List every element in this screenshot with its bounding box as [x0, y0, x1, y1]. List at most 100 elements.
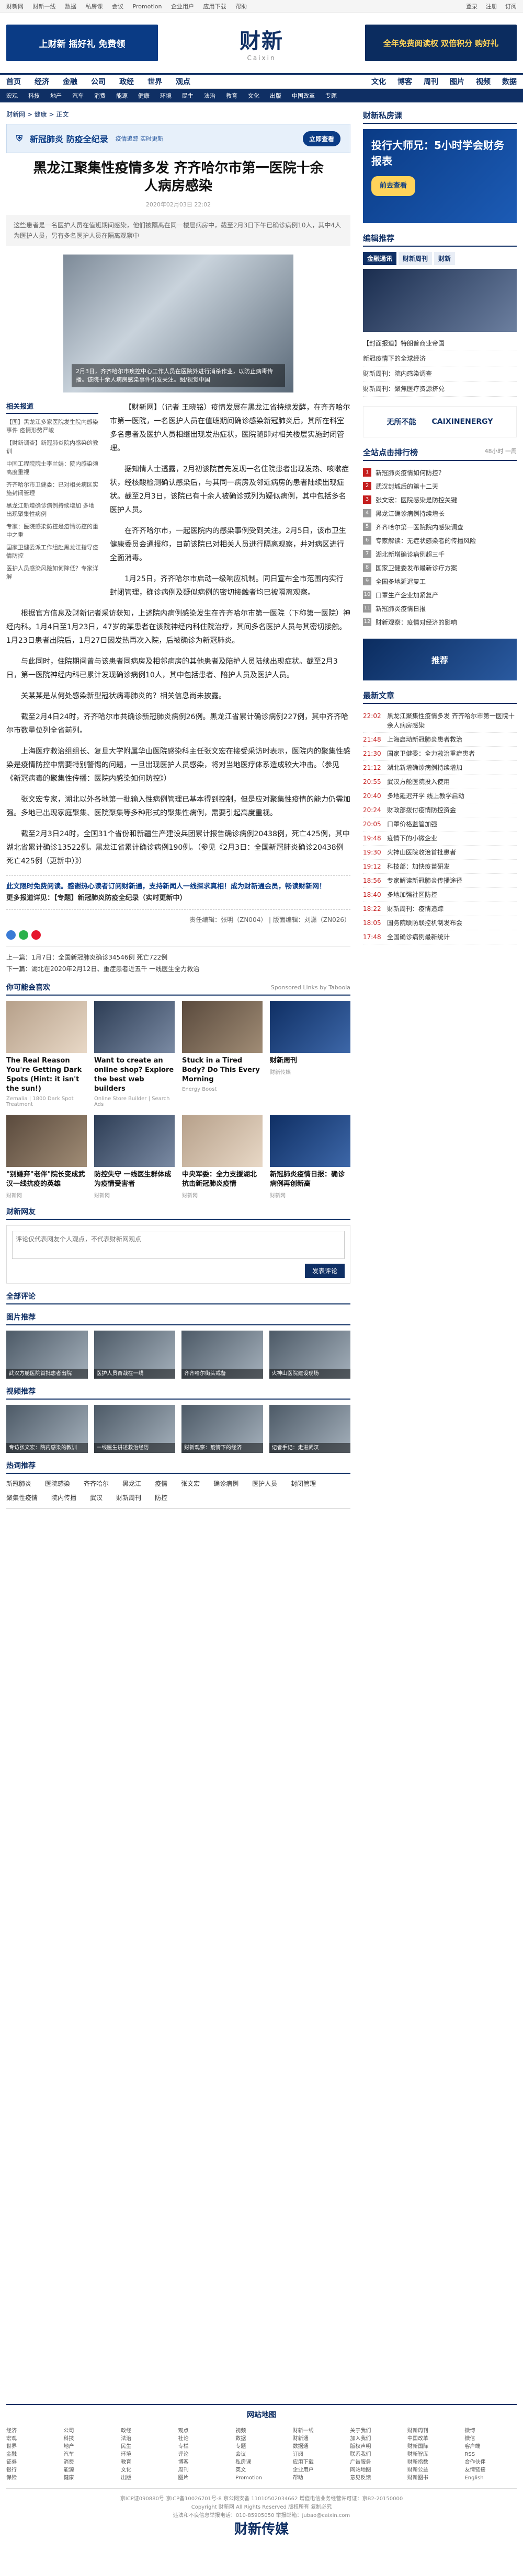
sub-nav-item[interactable]: 教育 [226, 91, 237, 100]
news-item[interactable]: 18:22 财新周刊：疫情追踪 [363, 902, 517, 916]
recommend-card[interactable]: 财新周刊 财新传媒 [270, 1001, 350, 1107]
left-banner-ad[interactable]: 上财新 摇好礼 免费领 [6, 25, 158, 61]
sitemap-link[interactable]: 中国改革 [407, 2435, 460, 2443]
sitemap-link[interactable]: 能源 [64, 2466, 116, 2474]
magazine-link[interactable]: 新冠疫情下的全球经济 [363, 351, 517, 366]
top-link[interactable]: 企业用户 [171, 3, 194, 10]
sitemap-link[interactable]: 财新智库 [407, 2451, 460, 2458]
hotword[interactable]: 财新周刊 [116, 1493, 141, 1502]
sitemap-link[interactable]: 世界 [6, 2443, 59, 2451]
recommend-card[interactable]: 防控失守 一线医生群体成为疫情受害者 财新网 [94, 1115, 175, 1199]
recommend-card[interactable]: Want to create an online shop? Explore t… [94, 1001, 175, 1107]
nav-item[interactable]: 视频 [476, 76, 491, 87]
breadcrumb[interactable]: 财新网 > 健康 > 正文 [6, 110, 350, 119]
recommend-card[interactable]: Stuck in a Tired Body? Do This Every Mor… [182, 1001, 263, 1107]
sitemap-link[interactable]: 证券 [6, 2458, 59, 2466]
news-item[interactable]: 19:30 火神山医院收治首批患者 [363, 846, 517, 860]
course-ad[interactable]: 投行大师兄：5小时学会财务报表 前去查看 [363, 129, 517, 223]
hotword[interactable]: 张文宏 [181, 1479, 200, 1488]
site-logo[interactable]: 财新 Caixin [166, 24, 357, 62]
related-link[interactable]: 专家：医院感染防控是疫情防控的重中之重 [6, 523, 98, 539]
sitemap-link[interactable]: 宏观 [6, 2435, 59, 2443]
news-item[interactable]: 20:05 口罩价格监管加强 [363, 817, 517, 831]
sitemap-link[interactable]: 评论 [178, 2451, 231, 2458]
sitemap-link[interactable]: 经济 [6, 2427, 59, 2435]
recommend-card[interactable]: The Real Reason You're Getting Dark Spot… [6, 1001, 87, 1107]
sitemap-link[interactable]: 财新周刊 [407, 2427, 460, 2435]
sitemap-link[interactable]: 加入我们 [350, 2435, 402, 2443]
right-banner-ad[interactable]: 全年免费阅读权 双倍积分 购好礼 [365, 25, 517, 61]
comment-input[interactable] [12, 1231, 345, 1259]
sitemap-link[interactable]: 微博 [464, 2427, 517, 2435]
rank-tab[interactable]: 48小时 [485, 448, 504, 455]
promo-topic-link[interactable]: 更多报道详见：【专题】新冠肺炎防疫全纪录（实时更新中） [6, 893, 350, 904]
nav-item[interactable]: 数据 [502, 76, 517, 87]
related-link[interactable]: 黑龙江新增确诊病例持续增加 多地出现聚集性病例 [6, 502, 98, 518]
magazine-cover[interactable] [363, 269, 517, 332]
news-item[interactable]: 20:40 多地延迟开学 线上教学启动 [363, 789, 517, 803]
top-link[interactable]: 会议 [112, 3, 123, 10]
news-item[interactable]: 21:48 上海启动新冠肺炎患者救治 [363, 733, 517, 747]
rank-item[interactable]: 7 湖北新增确诊病例超三千 [363, 548, 517, 561]
recommend-card[interactable]: 中央军委：全力支援湖北抗击新冠肺炎疫情 财新网 [182, 1115, 263, 1199]
recommend-card[interactable]: "别嫌弃"老伴"院长变成武汉一线抗疫的英雄 财新网 [6, 1115, 87, 1199]
news-item[interactable]: 18:56 专家解读新冠肺炎传播途径 [363, 874, 517, 888]
sitemap-link[interactable]: 财新通 [293, 2435, 345, 2443]
sub-nav-item[interactable]: 汽车 [72, 91, 84, 100]
next-article-link[interactable]: 下一篇：湖北在2020年2月12日、重症患者近五千 一线医生全力救治 [6, 963, 350, 975]
sitemap-link[interactable]: 教育 [121, 2458, 173, 2466]
sitemap-link[interactable]: 友情链接 [464, 2466, 517, 2474]
related-link[interactable]: 中国工程院院士李兰娟：院内感染须高度重视 [6, 460, 98, 477]
news-item[interactable]: 18:05 国务院联防联控机制发布会 [363, 916, 517, 930]
footer-logo[interactable]: 财新传媒 [6, 2523, 517, 2536]
partner-logo[interactable]: 无所不能 [387, 417, 416, 427]
banner-button[interactable]: 立即查看 [302, 131, 340, 146]
recommend-card[interactable]: 新冠肺炎疫情日报：确诊病例再创新高 财新网 [270, 1115, 350, 1199]
register-link[interactable]: 注册 [486, 3, 497, 10]
sitemap-link[interactable]: 数据通 [293, 2443, 345, 2451]
sub-nav-item[interactable]: 文化 [248, 91, 259, 100]
sub-nav-item[interactable]: 科技 [28, 91, 40, 100]
nav-item[interactable]: 金融 [63, 76, 77, 87]
covid-topic-banner[interactable]: ⛨ 新冠肺炎 防疫全纪录 疫情追踪 实时更新 立即查看 [6, 124, 350, 153]
sitemap-link[interactable]: Promotion [235, 2474, 288, 2482]
course-ad-button[interactable]: 前去查看 [371, 176, 416, 196]
sitemap-link[interactable]: 财新公益 [407, 2466, 460, 2474]
sub-nav-item[interactable]: 法治 [204, 91, 215, 100]
wechat-icon[interactable] [19, 930, 28, 940]
sitemap-link[interactable]: 客户端 [464, 2443, 517, 2451]
related-link[interactable]: 【图】黑龙江多家医院发生院内感染事件 疫情形势严峻 [6, 418, 98, 435]
related-link[interactable]: 齐齐哈尔市卫健委：已对相关病区实施封闭管理 [6, 481, 98, 498]
hotword[interactable]: 确诊病例 [213, 1479, 238, 1488]
nav-item[interactable]: 周刊 [424, 76, 438, 87]
sitemap-link[interactable]: 财新指数 [407, 2458, 460, 2466]
prev-article-link[interactable]: 上一篇：1月7日：全国新冠肺炎确诊34546例 死亡722例 [6, 952, 350, 963]
photo-tile[interactable]: 火神山医院建设现场 [269, 1331, 350, 1379]
sub-nav-item[interactable]: 民生 [182, 91, 194, 100]
magazine-tab[interactable]: 财新周刊 [399, 252, 433, 265]
hotword[interactable]: 新冠肺炎 [6, 1479, 31, 1488]
hotword[interactable]: 医院感染 [45, 1479, 70, 1488]
sitemap-link[interactable]: 合作伙伴 [464, 2458, 517, 2466]
sitemap-link[interactable]: 出版 [121, 2474, 173, 2482]
sub-nav-item[interactable]: 地产 [50, 91, 62, 100]
hotword[interactable]: 院内传播 [51, 1493, 76, 1502]
related-link[interactable]: 【财新调查】新冠肺炎院内感染的教训 [6, 439, 98, 456]
sitemap-link[interactable]: 广告服务 [350, 2458, 402, 2466]
sitemap-link[interactable]: 关于我们 [350, 2427, 402, 2435]
top-link[interactable]: 数据 [65, 3, 76, 10]
rank-item[interactable]: 6 专家解读：无症状感染者的传播风险 [363, 534, 517, 548]
hotword[interactable]: 武汉 [90, 1493, 103, 1502]
sitemap-link[interactable]: 银行 [6, 2466, 59, 2474]
submit-comment-button[interactable]: 发表评论 [304, 1264, 345, 1278]
sub-nav-item[interactable]: 环境 [160, 91, 172, 100]
rank-tab[interactable]: 一周 [505, 448, 517, 455]
sitemap-link[interactable]: 观点 [178, 2427, 231, 2435]
sitemap-link[interactable]: 健康 [64, 2474, 116, 2482]
nav-item[interactable]: 世界 [147, 76, 162, 87]
related-link[interactable]: 医护人员感染风险如何降低？专家详解 [6, 564, 98, 581]
nav-item[interactable]: 文化 [371, 76, 386, 87]
sitemap-link[interactable]: English [464, 2474, 517, 2482]
sub-nav-item[interactable]: 健康 [138, 91, 150, 100]
magazine-tab[interactable]: 金融通讯 [363, 252, 397, 265]
